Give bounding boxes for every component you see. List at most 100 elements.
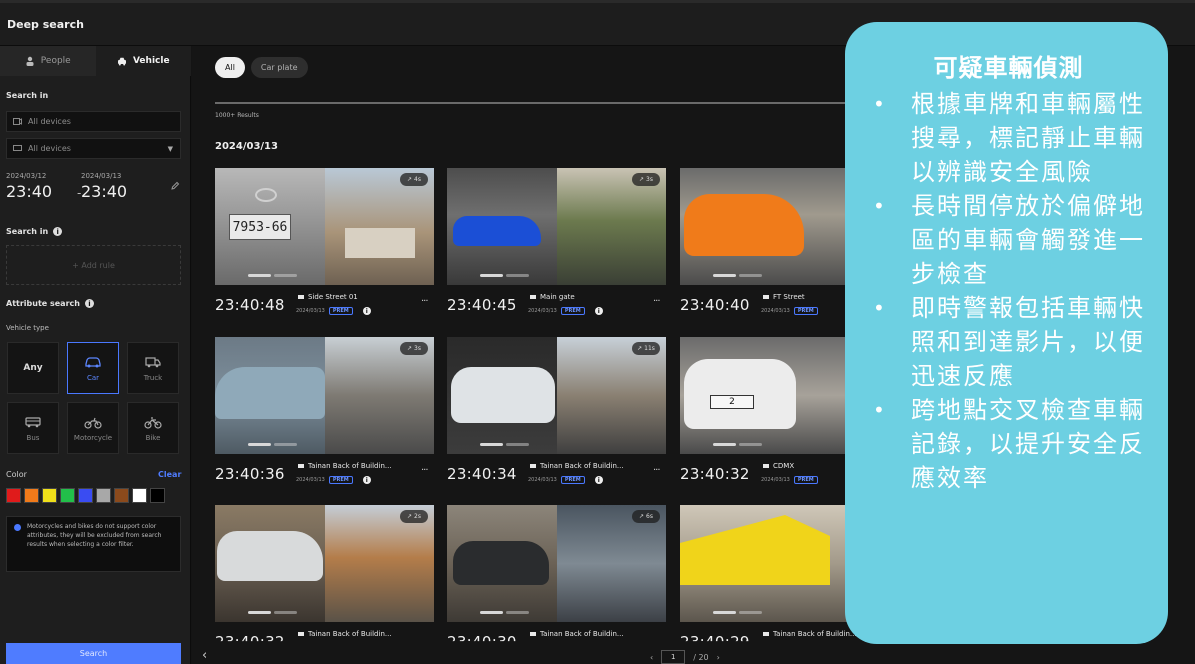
result-card[interactable]: ↗ 2s 23:40:32 Tainan Back of Buildin...: [215, 505, 434, 655]
more-options-icon[interactable]: ···: [653, 465, 660, 476]
date-range[interactable]: 2024/03/12 23:40 - 2024/03/13 23:40: [6, 172, 184, 206]
prem-tag: PREM: [793, 476, 818, 484]
camera-name: FT Street: [763, 293, 805, 301]
page-input[interactable]: 1: [661, 650, 686, 664]
carousel-dots[interactable]: [713, 443, 762, 446]
chevron-left-icon[interactable]: ‹: [202, 648, 207, 663]
carousel-dots[interactable]: [480, 443, 529, 446]
callout-list: 根據車牌和車輛屬性搜尋，標記靜止車輛以辨識安全風險 長時間停放於偏僻地區的車輛會…: [867, 87, 1146, 495]
thumbnail[interactable]: ↗ 6s: [447, 505, 666, 622]
carousel-dots[interactable]: [248, 443, 297, 446]
carousel-dots[interactable]: [248, 611, 297, 614]
camera-name: Tainan Back of Buildin...: [298, 630, 392, 638]
blue-car: [453, 216, 541, 246]
duration-badge: ↗ 4s: [400, 173, 428, 186]
add-rule-button[interactable]: + Add rule: [6, 245, 181, 285]
result-card[interactable]: ↗ 6s 23:40:30 Tainan Back of Buildin...: [447, 505, 666, 655]
device-select-1-value: All devices: [28, 117, 71, 126]
duration-badge: ↗ 2s: [400, 510, 428, 523]
attribute-search-text: Attribute search: [6, 299, 80, 308]
search-button[interactable]: Search: [6, 643, 181, 664]
color-swatch-blue[interactable]: [78, 488, 93, 503]
event-meta: 2024/03/13 PREM: [761, 476, 818, 484]
camera-name: Tainan Back of Buildin...: [530, 630, 624, 638]
prev-page-icon[interactable]: ‹: [650, 653, 653, 662]
vehicle-type-truck[interactable]: Truck: [127, 342, 179, 394]
color-swatch-orange[interactable]: [24, 488, 39, 503]
trend-icon: ↗: [407, 513, 413, 520]
black-car: [453, 541, 549, 585]
tab-vehicle-label: Vehicle: [132, 56, 170, 66]
tab-people[interactable]: People: [0, 46, 96, 76]
search-in-rule-text: Search in: [6, 227, 49, 236]
vehicle-type-motorcycle[interactable]: Motorcycle: [67, 402, 119, 454]
color-swatch-yellow[interactable]: [42, 488, 57, 503]
chevron-down-icon: ▼: [167, 145, 173, 153]
carousel-dots[interactable]: [480, 274, 529, 277]
result-card[interactable]: ↗ 3s 23:40:45 Main gate 2024/03/13 PREM i ·…: [447, 168, 666, 318]
info-icon[interactable]: i: [362, 476, 371, 484]
date-header: 2024/03/13: [215, 141, 278, 152]
camera-icon: [298, 295, 304, 299]
info-icon[interactable]: i: [53, 227, 63, 236]
time-from: 23:40: [6, 182, 53, 201]
thumbnail[interactable]: ↗ 3s: [215, 337, 434, 454]
vehicle-type-bike[interactable]: Bike: [127, 402, 179, 454]
color-swatch-black[interactable]: [150, 488, 165, 503]
chip-all[interactable]: All: [215, 57, 245, 78]
info-icon[interactable]: i: [362, 307, 371, 315]
trend-icon: ↗: [639, 176, 645, 183]
info-icon[interactable]: i: [594, 307, 603, 315]
camera-icon: [530, 295, 536, 299]
app-title: Deep search: [7, 18, 84, 31]
result-card[interactable]: ↗ 11s 23:40:34 Tainan Back of Buildin... …: [447, 337, 666, 487]
carousel-dots[interactable]: [248, 274, 297, 277]
tab-vehicle[interactable]: Vehicle: [95, 46, 191, 76]
event-meta: 2024/03/13 PREM i: [296, 307, 371, 315]
camera-name: Tainan Back of Buildin...: [298, 462, 392, 470]
color-swatch-brown[interactable]: [114, 488, 129, 503]
next-page-icon[interactable]: ›: [717, 653, 720, 662]
more-options-icon[interactable]: ···: [421, 465, 428, 476]
thumbnail[interactable]: ↗ 2s: [215, 505, 434, 622]
vehicle-type-car-label: Car: [86, 373, 100, 382]
color-swatch-gray[interactable]: [96, 488, 111, 503]
thumbnail[interactable]: ↗ 11s: [447, 337, 666, 454]
more-options-icon[interactable]: ···: [653, 296, 660, 307]
event-meta: 2024/03/13 PREM i: [528, 307, 603, 315]
vehicle-type-any[interactable]: Any: [7, 342, 59, 394]
thumbnail[interactable]: ↗ 3s: [447, 168, 666, 285]
event-time: 23:40:36: [215, 465, 285, 483]
result-card[interactable]: 7953-66 ↗ 4s 23:40:48 Side Street 01 2024…: [215, 168, 434, 318]
thumbnail[interactable]: 7953-66 ↗ 4s: [215, 168, 434, 285]
carousel-dots[interactable]: [713, 274, 762, 277]
vehicle-type-car[interactable]: Car: [67, 342, 119, 394]
vehicle-type-any-label: Any: [23, 363, 43, 373]
info-icon[interactable]: i: [84, 299, 94, 308]
duration-badge: ↗ 3s: [632, 173, 660, 186]
pagination: ‹ 1 / 20 ›: [650, 650, 720, 664]
chip-car-plate[interactable]: Car plate: [250, 57, 308, 78]
color-swatches: [6, 488, 165, 503]
clear-color-link[interactable]: Clear: [158, 470, 181, 479]
info-icon[interactable]: i: [594, 476, 603, 484]
device-select-1[interactable]: All devices: [6, 111, 181, 132]
vehicle-type-label: Vehicle type: [6, 324, 49, 332]
edit-icon[interactable]: [170, 181, 180, 191]
more-options-icon[interactable]: ···: [421, 296, 428, 307]
result-card[interactable]: ↗ 3s 23:40:36 Tainan Back of Buildin... 2…: [215, 337, 434, 487]
house: [344, 228, 415, 258]
event-time: 23:40:29: [680, 633, 750, 651]
color-notice-text: Motorcycles and bikes do not support col…: [27, 523, 162, 548]
white-car: [451, 367, 555, 423]
vehicle-type-bus[interactable]: Bus: [7, 402, 59, 454]
trend-icon: ↗: [637, 345, 643, 352]
event-meta: 2024/03/13 PREM i: [528, 476, 603, 484]
color-swatch-red[interactable]: [6, 488, 21, 503]
carousel-dots[interactable]: [480, 611, 529, 614]
carousel-dots[interactable]: [713, 611, 762, 614]
color-swatch-white[interactable]: [132, 488, 147, 503]
color-swatch-green[interactable]: [60, 488, 75, 503]
device-select-2[interactable]: All devices ▼: [6, 138, 181, 159]
device-select-2-value: All devices: [28, 144, 71, 153]
